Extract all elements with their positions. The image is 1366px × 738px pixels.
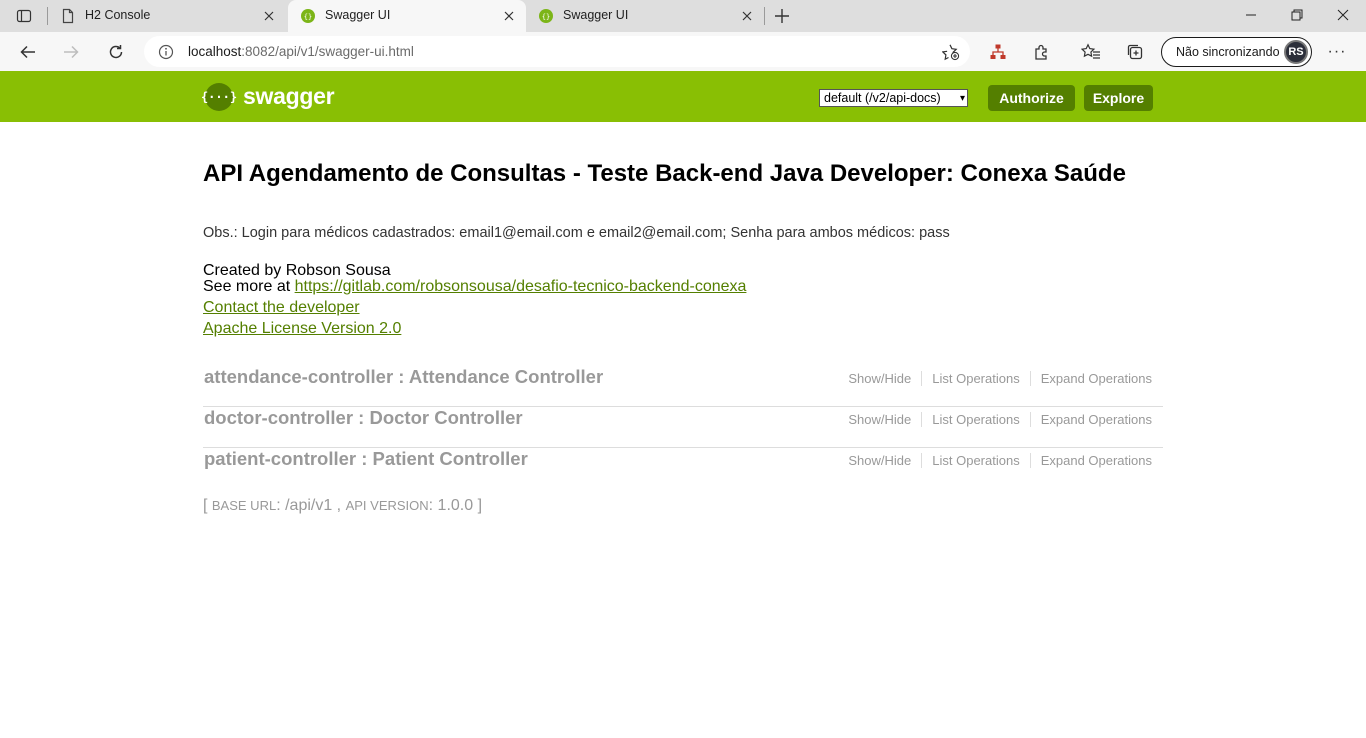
window-close-icon[interactable] (1320, 0, 1366, 30)
tab-title: Swagger UI (325, 8, 391, 22)
extension-icon[interactable] (987, 41, 1009, 63)
close-icon[interactable] (740, 9, 754, 23)
favorites-icon[interactable] (1080, 41, 1102, 63)
resource-operations: Show/Hide List Operations Expand Operati… (838, 453, 1152, 468)
swagger-icon: {} (300, 8, 316, 24)
api-spec-select[interactable]: default (/v2/api-docs) ▾ (819, 89, 968, 107)
list-operations-link[interactable]: List Operations (921, 412, 1029, 427)
show-hide-link[interactable]: Show/Hide (838, 371, 921, 386)
tab-title: Swagger UI (563, 8, 629, 22)
svg-text:{}: {} (304, 13, 312, 21)
resource-title[interactable]: doctor-controller : Doctor Controller (204, 407, 523, 429)
contact-developer-link[interactable]: Contact the developer (203, 299, 360, 317)
api-version-label: API VERSION (345, 498, 429, 513)
back-arrow-icon[interactable] (15, 39, 41, 65)
explore-button[interactable]: Explore (1084, 85, 1153, 111)
list-operations-link[interactable]: List Operations (921, 453, 1029, 468)
base-url-value: : /api/v1 , (276, 497, 346, 514)
minimize-icon[interactable] (1228, 0, 1274, 30)
extensions-puzzle-icon[interactable] (1031, 41, 1053, 63)
url-path: :8082/api/v1/swagger-ui.html (241, 44, 414, 59)
svg-text:{}: {} (542, 13, 550, 21)
swagger-logo-text[interactable]: swagger (243, 83, 335, 110)
list-operations-link[interactable]: List Operations (921, 371, 1029, 386)
url-text[interactable]: localhost:8082/api/v1/swagger-ui.html (188, 44, 414, 59)
license-link[interactable]: Apache License Version 2.0 (203, 320, 401, 338)
show-hide-link[interactable]: Show/Hide (838, 412, 921, 427)
more-options-icon[interactable]: ··· (1326, 41, 1348, 63)
bracket-close: ] (477, 497, 483, 514)
resource-patient-controller: patient-controller : Patient Controller … (203, 448, 1163, 489)
forward-arrow-icon (58, 39, 84, 65)
api-title: API Agendamento de Consultas - Teste Bac… (203, 160, 1126, 187)
bracket-open: [ (203, 497, 212, 514)
tab-h2-console[interactable]: H2 Console (48, 0, 286, 32)
tab-strip: H2 Console {} Swagger UI {} Swagger UI (0, 0, 1366, 32)
url-host: localhost (188, 44, 242, 59)
tab-separator (764, 7, 765, 25)
base-url-label: BASE URL (211, 498, 277, 513)
swagger-icon: {} (538, 8, 554, 24)
add-favorite-icon[interactable] (941, 43, 960, 61)
expand-operations-link[interactable]: Expand Operations (1029, 371, 1152, 386)
refresh-icon[interactable] (103, 39, 129, 65)
tab-actions-icon[interactable] (10, 5, 38, 27)
api-base-info: [ BASE URL: /api/v1 , API VERSION: 1.0.0… (203, 497, 482, 515)
expand-operations-link[interactable]: Expand Operations (1029, 412, 1152, 427)
profile-label: Não sincronizando (1176, 45, 1280, 59)
tab-swagger-ui-active[interactable]: {} Swagger UI (288, 0, 526, 32)
gitlab-link[interactable]: https://gitlab.com/robsonsousa/desafio-t… (295, 278, 747, 295)
avatar: RS (1284, 40, 1308, 64)
resource-title[interactable]: patient-controller : Patient Controller (204, 448, 528, 470)
api-spec-selected: default (/v2/api-docs) (824, 91, 941, 105)
tab-swagger-ui[interactable]: {} Swagger UI (526, 0, 764, 32)
api-description: Obs.: Login para médicos cadastrados: em… (203, 225, 950, 241)
swagger-logo-icon[interactable]: {···} (201, 83, 237, 111)
chevron-down-icon: ▾ (959, 93, 965, 104)
authorize-button[interactable]: Authorize (988, 85, 1075, 111)
see-more-prefix: See more at (203, 278, 295, 295)
resource-doctor-controller: doctor-controller : Doctor Controller Sh… (203, 407, 1163, 448)
address-bar[interactable]: localhost:8082/api/v1/swagger-ui.html (144, 36, 970, 67)
resource-title[interactable]: attendance-controller : Attendance Contr… (204, 366, 603, 388)
close-icon[interactable] (262, 9, 276, 23)
info-icon[interactable] (158, 44, 174, 60)
collections-icon[interactable] (1124, 41, 1146, 63)
close-icon[interactable] (502, 9, 516, 23)
tab-title: H2 Console (85, 8, 151, 22)
restore-icon[interactable] (1274, 0, 1320, 30)
show-hide-link[interactable]: Show/Hide (838, 453, 921, 468)
swagger-header: {···} swagger default (/v2/api-docs) ▾ A… (0, 71, 1366, 122)
new-tab-icon[interactable] (772, 6, 792, 26)
expand-operations-link[interactable]: Expand Operations (1029, 453, 1152, 468)
resource-attendance-controller: attendance-controller : Attendance Contr… (203, 366, 1163, 407)
resource-operations: Show/Hide List Operations Expand Operati… (838, 371, 1152, 386)
api-version-value: : 1.0.0 (428, 497, 478, 514)
page-icon (60, 8, 76, 24)
see-more: See more at https://gitlab.com/robsonsou… (203, 278, 746, 296)
browser-toolbar: localhost:8082/api/v1/swagger-ui.html Nã… (0, 32, 1366, 71)
resource-operations: Show/Hide List Operations Expand Operati… (838, 412, 1152, 427)
profile-button[interactable]: Não sincronizando RS (1161, 37, 1312, 67)
